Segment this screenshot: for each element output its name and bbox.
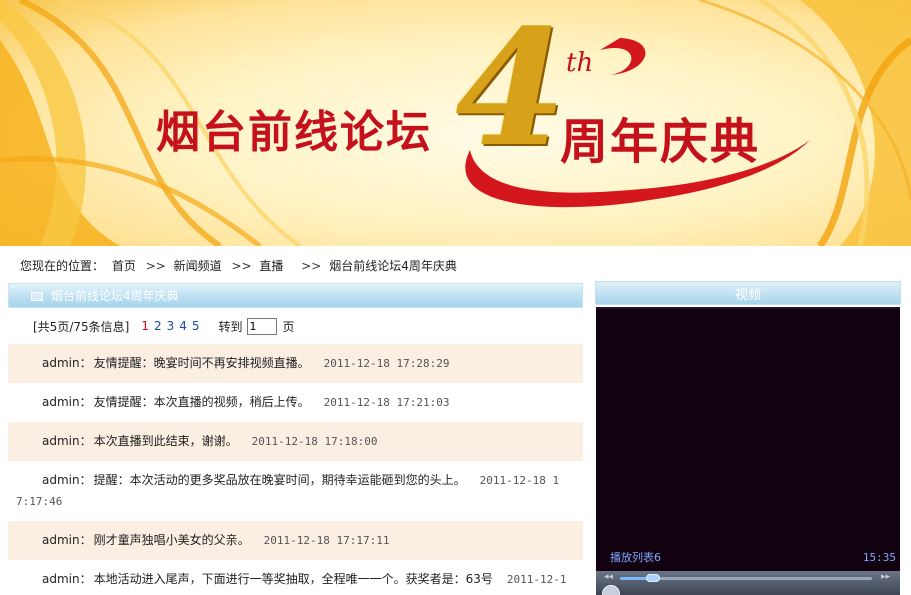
page-link-5[interactable]: 5 <box>192 319 200 333</box>
message-time: 2011-12-18 17:21:03 <box>323 396 450 409</box>
breadcrumb-prefix: 您现在的位置： <box>20 259 105 273</box>
list-item: admin： 刚才童声独唱小美女的父亲。 2011-12-18 17:17:11 <box>8 521 583 560</box>
video-info-bar: 播放列表6 15:35 <box>596 543 900 571</box>
page-link-1[interactable]: 1 <box>141 319 149 333</box>
video-panel: 视频 播放列表6 15:35 ◂◂ ▸▸ <box>595 281 901 595</box>
goto-label: 转到 <box>218 319 243 334</box>
video-header: 视频 <box>595 281 901 305</box>
message-time: 2011-12-18 17:28:29 <box>323 357 450 370</box>
live-feed-panel: 烟台前线论坛4周年庆典 [共5页/75条信息] 1 2 3 4 5 转到 页 a… <box>8 283 583 595</box>
message-time: 2011-12-18 17:18:00 <box>251 435 378 448</box>
message-author: admin： <box>42 434 92 448</box>
page-link-4[interactable]: 4 <box>179 319 187 333</box>
breadcrumb-separator: >> <box>301 259 322 273</box>
breadcrumb-separator: >> <box>231 259 252 273</box>
message-author: admin： <box>42 533 92 547</box>
message-author: admin： <box>42 572 92 586</box>
pager-info: [共5页/75条信息] <box>33 319 130 334</box>
seek-handle[interactable] <box>646 574 660 582</box>
page-link-2[interactable]: 2 <box>154 319 162 333</box>
goto-page-input[interactable] <box>246 317 277 335</box>
fast-forward-icon[interactable]: ▸▸ <box>881 572 890 582</box>
message-text: 友情提醒：晚宴时间不再安排视频直播。 <box>93 356 310 370</box>
page-word: 页 <box>282 319 295 334</box>
list-item: admin： 本次直播到此结束，谢谢。 2011-12-18 17:18:00 <box>8 422 583 461</box>
list-item: admin： 友情提醒：本次直播的视频，稍后上传。 2011-12-18 17:21… <box>8 383 583 422</box>
video-player-screen[interactable] <box>596 307 900 543</box>
play-button[interactable] <box>602 585 620 595</box>
message-author: admin： <box>42 395 92 409</box>
message-text: 本地活动进入尾声，下面进行一等奖抽取，全程唯一一个。获奖者是：63号 <box>93 572 493 586</box>
list-item: admin： 本地活动进入尾声，下面进行一等奖抽取，全程唯一一个。获奖者是：63号… <box>8 560 583 595</box>
live-feed-header: 烟台前线论坛4周年庆典 <box>8 283 583 308</box>
list-item: admin： 友情提醒：晚宴时间不再安排视频直播。 2011-12-18 17:28… <box>8 344 583 383</box>
breadcrumb-item-home[interactable]: 首页 <box>112 259 136 273</box>
header-square-icon <box>31 292 43 301</box>
message-author: admin： <box>42 356 92 370</box>
message-text: 本次直播到此结束，谢谢。 <box>93 434 238 448</box>
message-author: admin： <box>42 473 92 487</box>
breadcrumb-item-news[interactable]: 新闻频道 <box>174 259 222 273</box>
rewind-icon[interactable]: ◂◂ <box>604 572 613 582</box>
video-clock: 15:35 <box>862 550 896 564</box>
video-controls: ◂◂ ▸▸ <box>596 571 900 595</box>
live-feed-title: 烟台前线论坛4周年庆典 <box>51 289 179 303</box>
banner: 烟台前线论坛 4 th 周年庆典 <box>0 0 911 246</box>
banner-suffix: 周年庆典 <box>560 114 761 170</box>
breadcrumb-separator: >> <box>145 259 166 273</box>
banner-anniversary-number: 4 <box>455 0 567 182</box>
breadcrumb-item-live[interactable]: 直播 <box>259 259 283 273</box>
message-text: 提醒：本次活动的更多奖品放在晚宴时间，期待幸运能砸到您的头上。 <box>93 473 466 487</box>
pager: [共5页/75条信息] 1 2 3 4 5 转到 页 <box>8 308 583 344</box>
playlist-button[interactable]: 播放列表6 <box>610 549 661 565</box>
message-text: 友情提醒：本次直播的视频，稍后上传。 <box>93 395 310 409</box>
list-item: admin： 提醒：本次活动的更多奖品放在晚宴时间，期待幸运能砸到您的头上。 201… <box>8 461 583 521</box>
breadcrumb-item-current: 烟台前线论坛4周年庆典 <box>329 259 457 273</box>
message-list: admin： 友情提醒：晚宴时间不再安排视频直播。 2011-12-18 17:28… <box>8 344 583 595</box>
breadcrumb: 您现在的位置： 首页 >> 新闻频道 >> 直播 >> 烟台前线论坛4周年庆典 <box>20 257 461 273</box>
message-text: 刚才童声独唱小美女的父亲。 <box>93 533 250 547</box>
banner-ordinal: th <box>566 48 594 78</box>
page-link-3[interactable]: 3 <box>167 319 175 333</box>
message-time: 2011-12-18 17:17:11 <box>263 534 390 547</box>
banner-title: 烟台前线论坛 <box>156 107 432 158</box>
